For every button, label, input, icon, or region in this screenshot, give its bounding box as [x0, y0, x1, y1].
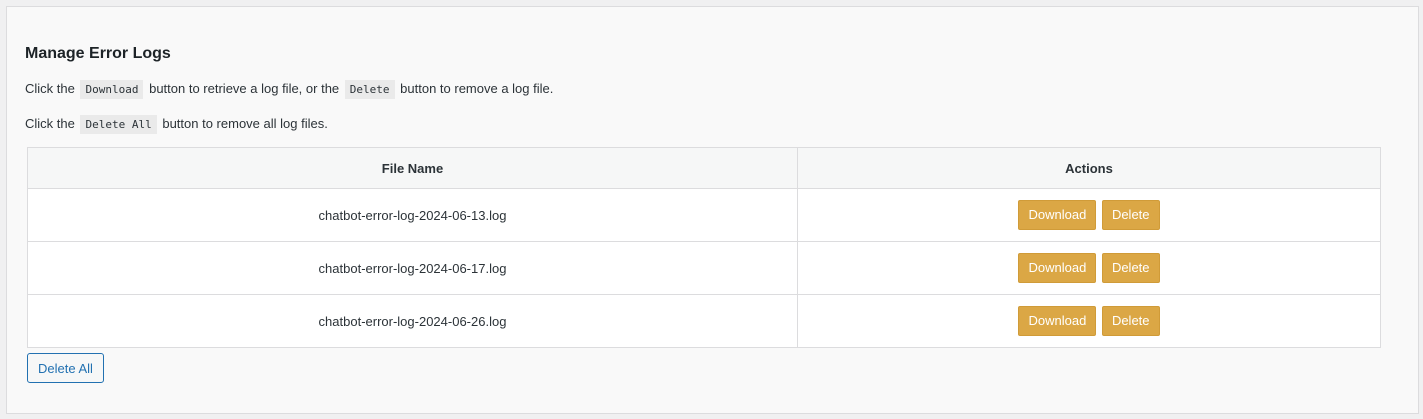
delete-all-button[interactable]: Delete All	[27, 353, 104, 383]
instruction-delete-all: Click the Delete All button to remove al…	[25, 114, 328, 135]
instruction-download-delete: Click the Download button to retrieve a …	[25, 79, 553, 100]
code-download: Download	[80, 80, 144, 99]
delete-button[interactable]: Delete	[1101, 253, 1160, 283]
page-title: Manage Error Logs	[25, 45, 171, 62]
actions-cell: Download Delete	[797, 294, 1381, 348]
actions-cell: Download Delete	[797, 241, 1381, 295]
delete-button[interactable]: Delete	[1101, 200, 1160, 230]
table-row: chatbot-error-log-2024-06-26.log Downloa…	[27, 294, 1381, 348]
download-button[interactable]: Download	[1018, 306, 1097, 336]
column-header-file-name: File Name	[27, 147, 798, 189]
instruction-text: Click the	[25, 81, 75, 96]
instruction-text: Click the	[25, 116, 75, 131]
actions-cell: Download Delete	[797, 188, 1381, 242]
table-row: chatbot-error-log-2024-06-17.log Downloa…	[27, 241, 1381, 295]
code-delete: Delete	[344, 80, 395, 99]
download-button[interactable]: Download	[1018, 200, 1097, 230]
instruction-text: button to remove a log file.	[400, 81, 554, 96]
code-delete-all: Delete All	[80, 115, 157, 134]
instruction-text: button to remove all log files.	[162, 116, 328, 131]
error-logs-panel: Manage Error Logs Click the Download but…	[6, 6, 1419, 414]
file-name-cell: chatbot-error-log-2024-06-17.log	[27, 241, 798, 295]
error-logs-table: File Name Actions chatbot-error-log-2024…	[27, 147, 1381, 348]
file-name-cell: chatbot-error-log-2024-06-26.log	[27, 294, 798, 348]
column-header-actions: Actions	[797, 147, 1381, 189]
delete-button[interactable]: Delete	[1101, 306, 1160, 336]
instruction-text: button to retrieve a log file, or the	[149, 81, 340, 96]
table-header-row: File Name Actions	[27, 147, 1381, 189]
table-row: chatbot-error-log-2024-06-13.log Downloa…	[27, 188, 1381, 242]
file-name-cell: chatbot-error-log-2024-06-13.log	[27, 188, 798, 242]
download-button[interactable]: Download	[1018, 253, 1097, 283]
